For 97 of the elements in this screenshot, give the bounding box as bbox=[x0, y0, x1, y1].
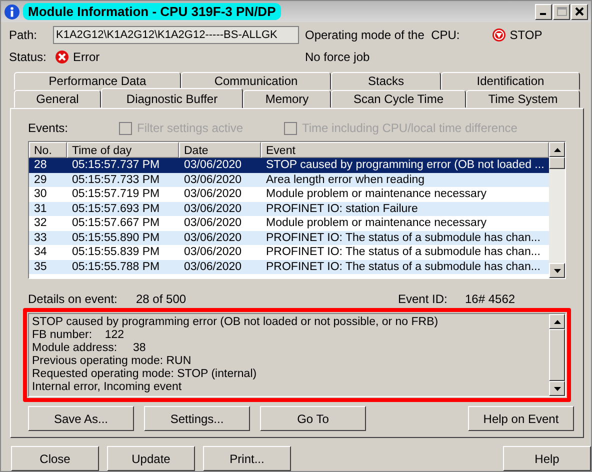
table-cell-text: 35 bbox=[33, 260, 48, 274]
dialog-button[interactable]: Go To bbox=[260, 406, 366, 431]
table-cell-text: 03/06/2020 bbox=[183, 202, 243, 216]
up-arrow-icon bbox=[554, 320, 560, 324]
dialog-button[interactable]: Help on Event bbox=[468, 406, 574, 431]
table-row[interactable]: 35 05:15:55.788 PM 03/06/2020 PROFINET IO: The status of a submodule has chan... bbox=[29, 260, 549, 274]
scroll-thumb[interactable] bbox=[549, 157, 565, 169]
table-cell-text: 05:15:57.733 PM bbox=[71, 172, 161, 187]
table-cell-text: 03/06/2020 bbox=[183, 260, 243, 274]
scroll-thumb[interactable] bbox=[549, 329, 565, 381]
maximize-icon bbox=[556, 7, 566, 16]
table-cell-text: 30 bbox=[33, 187, 48, 202]
detail-line: Internal error, Incoming event bbox=[32, 381, 183, 394]
info-icon bbox=[4, 4, 20, 20]
close-icon bbox=[575, 7, 584, 16]
table-cell-text: Module problem or maintenance necessary bbox=[265, 187, 488, 202]
down-arrow-icon bbox=[554, 268, 560, 272]
table-cell-text: 05:15:57.693 PM bbox=[71, 202, 161, 216]
column-header[interactable]: Event bbox=[261, 142, 549, 158]
table-cell-text: 28 bbox=[33, 158, 48, 172]
table-cell-text: PROFINET IO: The status of a submodule has chan... bbox=[265, 260, 542, 274]
table-cell-text: 31 bbox=[33, 202, 48, 216]
event-id-value: 16# 4562 bbox=[465, 292, 516, 306]
table-cell-text: 29 bbox=[33, 172, 48, 187]
dialog-button[interactable]: Close bbox=[11, 446, 99, 471]
detail-line: STOP caused by programming error (OB not loaded or not possible, or no FRB) bbox=[32, 316, 440, 329]
maximize-button[interactable] bbox=[553, 4, 570, 20]
tab[interactable]: Memory bbox=[243, 90, 331, 108]
scrollbar[interactable] bbox=[549, 142, 565, 278]
dialog-button[interactable]: Settings... bbox=[144, 406, 250, 431]
error-icon bbox=[55, 50, 69, 64]
stop-icon bbox=[492, 28, 506, 42]
up-arrow-icon bbox=[554, 148, 560, 152]
operating-mode-label: Operating mode of the CPU: bbox=[305, 28, 460, 42]
table-row[interactable]: 28 05:15:57.737 PM 03/06/2020 STOP caused by programming error (OB not loaded ... bbox=[29, 158, 549, 172]
table-row[interactable]: 31 05:15:57.693 PM 03/06/2020 PROFINET IO: station Failure bbox=[29, 202, 549, 216]
tab[interactable]: Diagnostic Buffer bbox=[101, 88, 243, 108]
column-header[interactable]: Time of day bbox=[67, 142, 179, 158]
table-cell-text: 05:15:57.667 PM bbox=[71, 216, 161, 230]
minimize-button[interactable] bbox=[535, 4, 552, 20]
tab[interactable]: Communication bbox=[181, 72, 331, 90]
table-cell-text: 03/06/2020 bbox=[183, 172, 243, 187]
dialog-button[interactable]: Print... bbox=[203, 446, 291, 471]
table-cell-text: PROFINET IO: The status of a submodule has chan... bbox=[265, 230, 542, 245]
detail-line: Previous operating mode: RUN bbox=[32, 355, 192, 368]
path-field[interactable]: K1A2G12\K1A2G12\K1A2G12-----BS-ALLGK bbox=[53, 26, 299, 44]
scrollbar[interactable] bbox=[549, 314, 565, 396]
dialog-button[interactable]: Save As... bbox=[28, 406, 134, 431]
dialog-button[interactable]: Update bbox=[107, 446, 195, 471]
detail-line: Requested operating mode: STOP (internal) bbox=[32, 368, 258, 381]
details-label: Details on event: bbox=[28, 292, 118, 306]
operating-mode-value: STOP bbox=[510, 28, 542, 42]
table-cell-text: STOP caused by programming error (OB not loaded ... bbox=[265, 158, 546, 172]
scroll-up-button[interactable] bbox=[549, 314, 565, 329]
table-cell-text: 05:15:57.737 PM bbox=[71, 158, 161, 172]
table-cell-text: 05:15:55.788 PM bbox=[71, 260, 161, 274]
table-cell-text: 34 bbox=[33, 245, 48, 260]
table-cell-text: Area length error when reading bbox=[265, 172, 426, 187]
path-label: Path: bbox=[9, 28, 38, 42]
detail-line: Module address: 38 bbox=[32, 342, 147, 355]
status-label: Status: bbox=[9, 50, 48, 64]
event-id-label: Event ID: bbox=[398, 292, 448, 306]
table-cell-text: 03/06/2020 bbox=[183, 230, 243, 245]
table-cell-text: 05:15:57.719 PM bbox=[71, 187, 161, 202]
detail-line: FB number: 122 bbox=[32, 329, 126, 342]
events-label: Events: bbox=[28, 121, 70, 135]
table-row[interactable]: 33 05:15:55.890 PM 03/06/2020 PROFINET IO: The status of a submodule has chan... bbox=[29, 230, 549, 245]
down-arrow-icon bbox=[554, 386, 560, 390]
force-job-text: No force job bbox=[305, 50, 370, 64]
table-cell-text: 32 bbox=[33, 216, 48, 230]
scroll-down-button[interactable] bbox=[549, 381, 565, 396]
table-cell-text: Module problem or maintenance necessary bbox=[265, 216, 488, 230]
tab[interactable]: Time System bbox=[466, 90, 580, 108]
table-cell-text: 05:15:55.890 PM bbox=[71, 230, 161, 245]
window-title: Module Information - CPU 319F-3 PN/DP bbox=[23, 3, 281, 20]
table-row[interactable]: 29 05:15:57.733 PM 03/06/2020 Area length error when reading bbox=[29, 172, 549, 187]
table-cell-text: 03/06/2020 bbox=[183, 187, 243, 202]
table-cell-text: 03/06/2020 bbox=[183, 158, 243, 172]
table-cell-text: 05:15:55.839 PM bbox=[71, 245, 161, 260]
event-position: 28 of 500 bbox=[136, 292, 188, 306]
scroll-up-button[interactable] bbox=[549, 142, 565, 157]
tab[interactable]: Scan Cycle Time bbox=[331, 90, 466, 108]
dialog-button[interactable]: Help bbox=[503, 446, 591, 471]
column-header[interactable]: No. bbox=[29, 142, 67, 158]
scroll-down-button[interactable] bbox=[549, 263, 565, 278]
table-cell-text: PROFINET IO: station Failure bbox=[265, 202, 419, 216]
tab[interactable]: Performance Data bbox=[14, 72, 181, 90]
table-cell-text: 03/06/2020 bbox=[183, 216, 243, 230]
column-header[interactable]: Date bbox=[179, 142, 261, 158]
status-value: Error bbox=[73, 50, 100, 64]
table-cell-text: 03/06/2020 bbox=[183, 245, 243, 260]
tab[interactable]: Identification bbox=[441, 72, 580, 90]
table-cell-text: 33 bbox=[33, 230, 48, 245]
table-cell-text: PROFINET IO: The status of a submodule has chan... bbox=[265, 245, 542, 260]
tab[interactable]: Stacks bbox=[331, 72, 441, 90]
tab[interactable]: General bbox=[14, 90, 101, 108]
close-button[interactable] bbox=[571, 4, 588, 20]
